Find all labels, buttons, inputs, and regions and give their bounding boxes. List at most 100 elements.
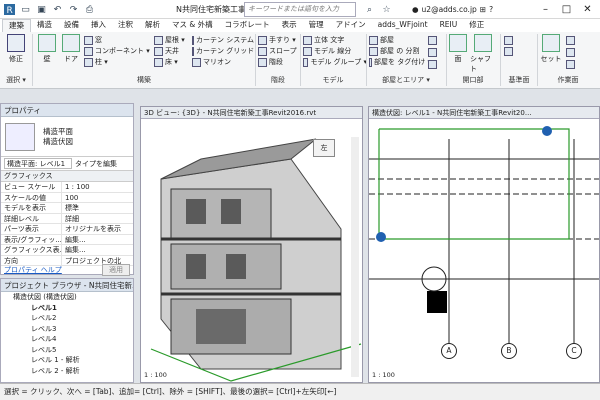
grid-button[interactable]	[504, 46, 534, 57]
component-button[interactable]: コンポーネント ▾	[84, 46, 154, 57]
search-input[interactable]: キーワードまたは語句を入力	[244, 2, 356, 17]
set-workplane-button[interactable]: セット	[540, 34, 562, 64]
model-line-button[interactable]: モデル 線分	[303, 46, 367, 57]
opening-by-face-button[interactable]: 面	[448, 34, 468, 64]
view-3d-scale[interactable]: 1 : 100	[144, 371, 167, 379]
help-icon[interactable]: ?	[489, 2, 493, 17]
tab-4[interactable]: 注釈	[112, 19, 139, 32]
tab-3[interactable]: 挿入	[85, 19, 112, 32]
door-button[interactable]: ドア	[60, 34, 82, 64]
tag-area-icon[interactable]	[428, 60, 437, 69]
type-preview[interactable]: 構造平面 構造伏図	[1, 117, 133, 157]
star-icon[interactable]: ☆	[379, 2, 394, 17]
view-plan-scale[interactable]: 1 : 100	[372, 371, 395, 379]
undo-icon[interactable]: ↶	[50, 2, 65, 17]
property-row[interactable]: パーツ表示 オリジナルを表示	[1, 224, 133, 235]
browser-item[interactable]: レベル 1 - 解析	[1, 355, 133, 366]
window-button[interactable]: 窓	[84, 35, 154, 46]
shaft-button[interactable]: シャフト	[470, 34, 496, 74]
browser-item[interactable]: レベル5	[1, 345, 133, 356]
model-text-button[interactable]: 立体 文字	[303, 35, 367, 46]
railing-button[interactable]: 手すり ▾	[258, 35, 298, 46]
open-icon[interactable]: ▭	[18, 2, 33, 17]
property-row[interactable]: スケールの値 100	[1, 192, 133, 203]
select-group-label[interactable]: 選択 ▾	[0, 75, 32, 85]
instance-selector[interactable]: 構造平面: レベル1	[4, 158, 72, 169]
tab-12[interactable]: REIU	[434, 19, 464, 32]
ref-plane-icon[interactable]	[566, 48, 575, 57]
property-value[interactable]: 標準	[61, 203, 133, 213]
print-icon[interactable]: ⎙	[82, 2, 97, 17]
area-icon[interactable]	[428, 36, 437, 45]
tab-10[interactable]: アドイン	[330, 19, 372, 32]
browser-item[interactable]: レベル1	[1, 303, 133, 314]
browser-item[interactable]: レベル 2 - 解析	[1, 366, 133, 377]
view-3d[interactable]: 3D ビュー: {3D} - N共同住宅新築工事Revit2016.rvt 左 …	[140, 106, 363, 383]
mullion-button[interactable]: マリオン	[192, 57, 254, 68]
tag-room-button[interactable]: 部屋を タグ付け ▾	[369, 57, 431, 68]
tab-0[interactable]: 建築	[2, 19, 31, 32]
floor-button[interactable]: 床 ▾	[154, 57, 190, 68]
browser-item[interactable]: レベル2	[1, 313, 133, 324]
stair-button[interactable]: 階段	[258, 57, 298, 68]
save-icon[interactable]: ▣	[34, 2, 49, 17]
level-button[interactable]	[504, 35, 534, 46]
tab-8[interactable]: 表示	[276, 19, 303, 32]
column-button[interactable]: 柱 ▾	[84, 57, 154, 68]
tab-6[interactable]: マス & 外構	[166, 19, 219, 32]
browser-item[interactable]: 構造伏図 (構造伏図)	[1, 292, 133, 303]
curtain-system-button[interactable]: カーテン システム	[192, 35, 254, 46]
model-group-button[interactable]: モデル グループ ▾	[303, 57, 367, 68]
roof-button[interactable]: 屋根 ▾	[154, 35, 190, 46]
property-row[interactable]: 表示/グラフィッ... 編集...	[1, 234, 133, 245]
graphics-section[interactable]: グラフィックス	[1, 171, 133, 182]
view-3d-scrollbar[interactable]	[351, 137, 359, 377]
close-button[interactable]: ✕	[577, 0, 598, 18]
tab-2[interactable]: 設備	[58, 19, 85, 32]
browser-item[interactable]: レベル4	[1, 334, 133, 345]
viewcube[interactable]: 左	[313, 139, 335, 157]
property-row[interactable]: ビュー スケール 1 : 100	[1, 182, 133, 193]
property-value[interactable]: 1 : 100	[61, 182, 133, 192]
view-plan[interactable]: 構造伏図: レベル1 - N共同住宅新築工事Revit20... A B C 1 :…	[368, 106, 600, 383]
viewer-icon[interactable]	[566, 60, 575, 69]
property-value[interactable]: 編集...	[61, 245, 133, 255]
wall-button[interactable]: 壁	[36, 34, 58, 64]
room-area-group-label[interactable]: 部屋とエリア ▾	[367, 75, 445, 85]
property-value[interactable]: オリジナルを表示	[61, 224, 133, 234]
property-value[interactable]: 編集...	[61, 234, 133, 244]
grid-bubble[interactable]: A	[441, 343, 457, 359]
minimize-button[interactable]: –	[535, 0, 556, 18]
maximize-button[interactable]: □	[556, 0, 577, 18]
curtain-grid-button[interactable]: カーテン グリッド	[192, 46, 254, 57]
property-row[interactable]: グラフィックス表... 編集...	[1, 245, 133, 256]
tab-11[interactable]: adds_WFjoint	[372, 19, 434, 32]
tab-1[interactable]: 構造	[31, 19, 58, 32]
apply-button[interactable]: 適用	[102, 263, 130, 276]
tab-5[interactable]: 解析	[139, 19, 166, 32]
property-row[interactable]: 詳細レベル 詳細	[1, 213, 133, 224]
ramp-button[interactable]: スロープ	[258, 46, 298, 57]
property-value[interactable]: 詳細	[61, 213, 133, 223]
tab-13[interactable]: 修正	[463, 19, 490, 32]
user-account[interactable]: ● u2@adds.co.jp ⊞ ?	[412, 2, 493, 17]
modify-button[interactable]: 修正	[3, 34, 29, 64]
room-separator-button[interactable]: 部屋 の 分割	[369, 46, 431, 57]
properties-help-link[interactable]: プロパティ ヘルプ	[4, 265, 62, 275]
revit-logo-icon[interactable]: R	[2, 2, 17, 17]
search-icon[interactable]: ⌕	[362, 2, 377, 17]
property-value[interactable]: 100	[61, 192, 133, 202]
room-button[interactable]: 部屋	[369, 35, 431, 46]
property-row[interactable]: モデルを表示 標準	[1, 203, 133, 214]
grid-bubble[interactable]: B	[501, 343, 517, 359]
tab-7[interactable]: コラボレート	[219, 19, 276, 32]
cart-icon[interactable]: ⊞	[480, 2, 486, 17]
redo-icon[interactable]: ↷	[66, 2, 81, 17]
show-workplane-icon[interactable]	[566, 36, 575, 45]
ceiling-button[interactable]: 天井	[154, 46, 190, 57]
area-boundary-icon[interactable]	[428, 48, 437, 57]
browser-item[interactable]: レベル3	[1, 324, 133, 335]
grid-bubble[interactable]: C	[566, 343, 582, 359]
edit-type-button[interactable]: タイプを編集	[75, 159, 117, 169]
tab-9[interactable]: 管理	[303, 19, 330, 32]
